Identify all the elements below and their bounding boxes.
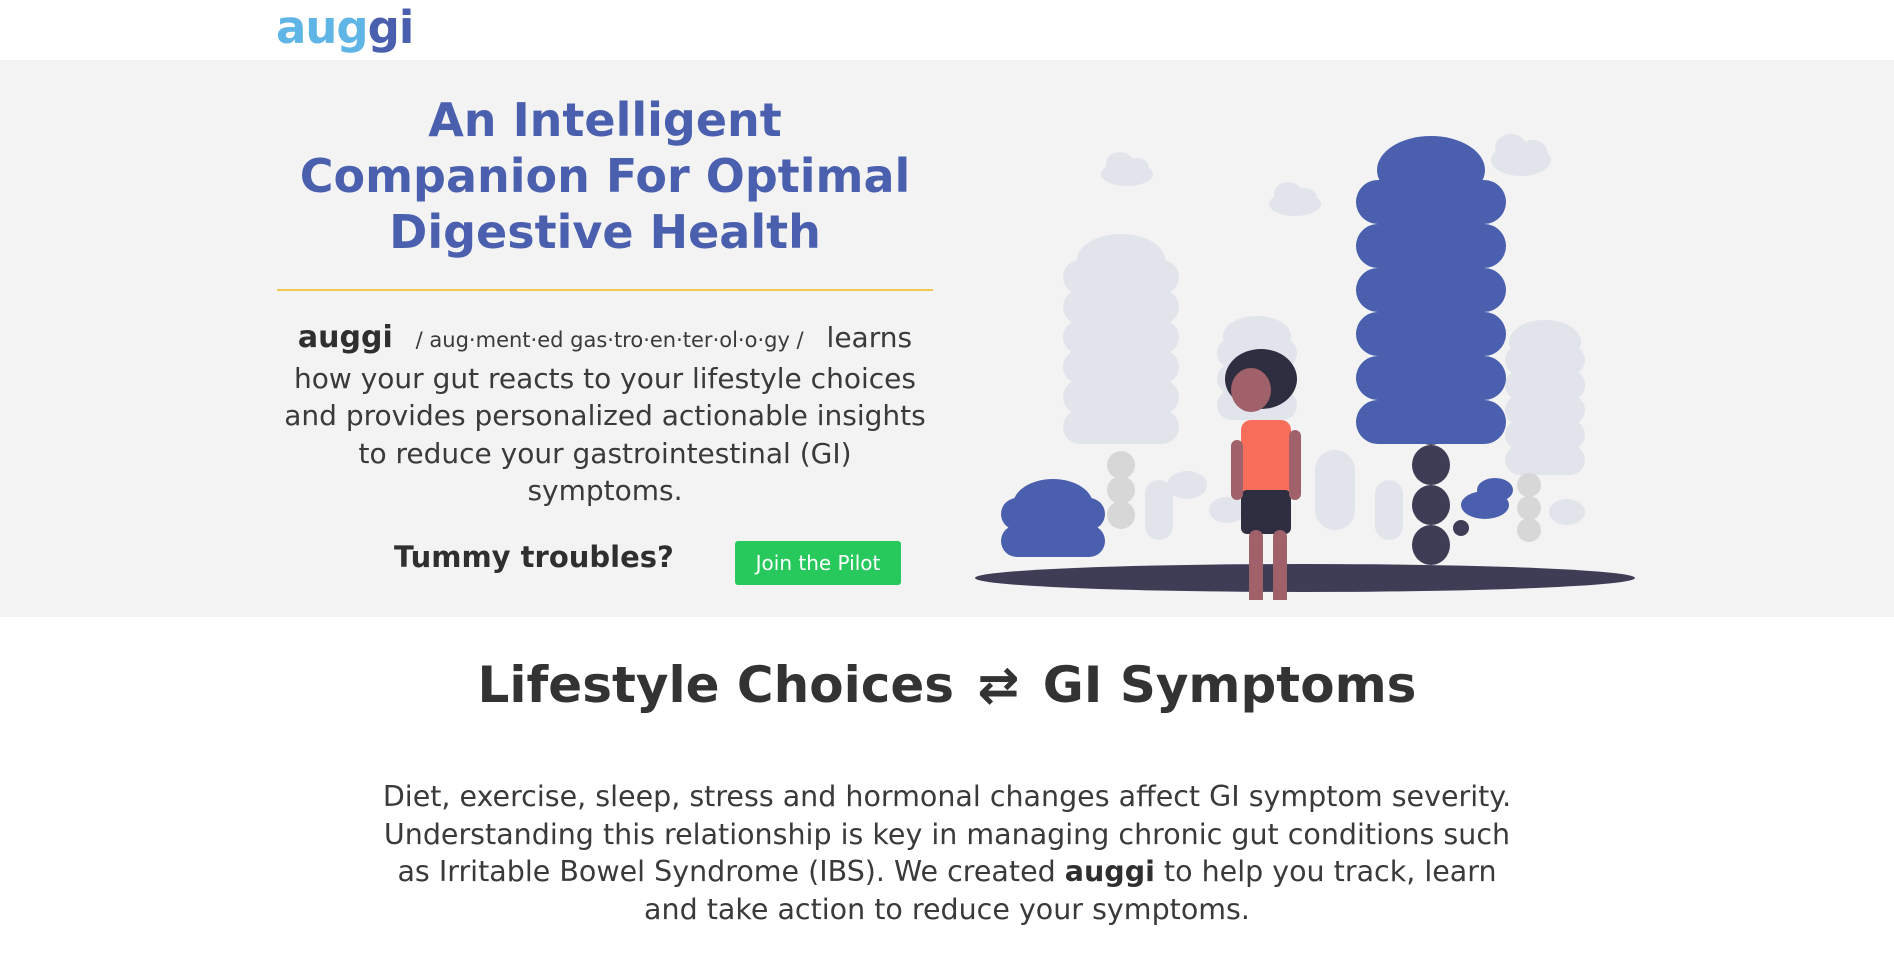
left-right-arrows-icon: ⇄ [977, 656, 1020, 714]
hero-divider [277, 289, 933, 291]
lifestyle-section-title: Lifestyle Choices ⇄ GI Symptoms [0, 650, 1894, 720]
auggi-logo[interactable]: auggi [276, 1, 415, 54]
hero-description: auggi / aug·ment·ed gas·tro·en·ter·ol·o·… [277, 319, 933, 510]
hero-brand-name: auggi [297, 320, 393, 355]
section-body-brand: auggi [1064, 855, 1155, 888]
woman-figure [1225, 349, 1301, 600]
section-title-left: Lifestyle Choices [477, 656, 955, 714]
hero-section: An Intelligent Companion For Optimal Dig… [0, 60, 1894, 617]
lifestyle-section-body: Diet, exercise, sleep, stress and hormon… [370, 778, 1524, 928]
join-pilot-button[interactable]: Join the Pilot [735, 541, 901, 585]
hero-title: An Intelligent Companion For Optimal Dig… [299, 93, 911, 259]
section-title-right: GI Symptoms [1042, 656, 1417, 714]
logo-text-aug: aug [276, 1, 369, 54]
ground-shadow [975, 564, 1635, 592]
top-navbar: auggi [0, 0, 1894, 60]
faded-tree-left [1063, 234, 1179, 444]
faded-tree-right [1505, 320, 1585, 475]
woman-with-phone-among-trees-illustration [975, 134, 1635, 600]
hero-phonetic: / aug·ment·ed gas·tro·en·ter·ol·o·gy / [415, 328, 804, 352]
tummy-troubles-text: Tummy troubles? [394, 540, 674, 574]
blue-bush [1001, 479, 1105, 557]
logo-text-gi: gi [367, 1, 415, 54]
